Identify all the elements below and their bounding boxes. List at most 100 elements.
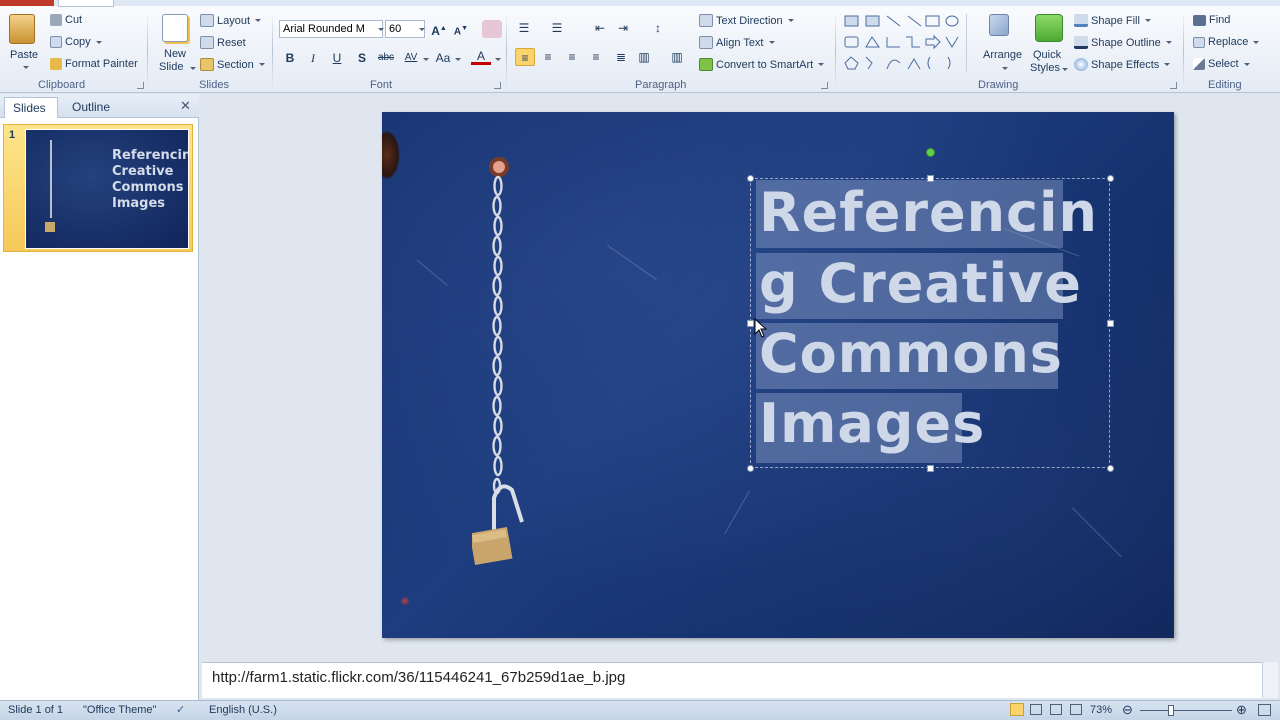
text-direction-icon <box>699 14 713 27</box>
reset-label: Reset <box>217 36 246 49</box>
shape-outline-button[interactable]: Shape Outline <box>1074 36 1172 49</box>
section-icon <box>200 58 214 71</box>
zoom-slider-thumb[interactable] <box>1168 705 1174 716</box>
close-pane-icon[interactable]: ✕ <box>180 98 191 114</box>
home-tab[interactable] <box>58 0 114 7</box>
replace-icon <box>1193 36 1205 48</box>
slide-sorter-icon[interactable] <box>1030 704 1042 715</box>
shape-fill-button[interactable]: Shape Fill <box>1074 14 1151 27</box>
font-color-button[interactable]: A <box>471 47 491 65</box>
shadow-button[interactable]: S <box>352 49 372 67</box>
quick-styles-icon[interactable] <box>1035 14 1063 42</box>
shapes-gallery[interactable] <box>842 13 966 75</box>
resize-handle-sw[interactable] <box>747 465 754 472</box>
notes-scrollbar[interactable] <box>1262 662 1278 698</box>
increase-indent-icon[interactable]: ⇥ <box>613 19 633 37</box>
zoom-slider[interactable] <box>1140 710 1232 711</box>
resize-handle-s[interactable] <box>927 465 934 472</box>
normal-view-icon[interactable] <box>1010 703 1024 716</box>
resize-handle-nw[interactable] <box>747 175 754 182</box>
columns-icon[interactable]: ▥ <box>634 48 654 66</box>
zoom-in-icon[interactable]: ⊕ <box>1236 702 1247 718</box>
tab-slides[interactable]: Slides <box>4 97 58 118</box>
align-right-icon[interactable]: ≡ <box>562 48 582 66</box>
distributed-icon[interactable]: ≣ <box>611 48 631 66</box>
shapes-gallery-scroll[interactable] <box>966 14 976 72</box>
paste-icon[interactable] <box>9 14 35 44</box>
zoom-level[interactable]: 73% <box>1090 704 1112 716</box>
replace-button[interactable]: Replace <box>1193 36 1260 48</box>
copy-button[interactable]: Copy <box>50 36 102 48</box>
cursor-icon <box>1193 58 1205 70</box>
decrease-indent-icon[interactable]: ⇤ <box>590 19 610 37</box>
title-textbox[interactable]: Referencin g Creative Commons Images <box>750 178 1110 468</box>
new-slide-label-1[interactable]: New <box>164 48 186 60</box>
arrange-label[interactable]: Arrange <box>983 49 1022 61</box>
notes-pane[interactable]: http://farm1.static.flickr.com/36/115446… <box>202 662 1262 698</box>
find-button[interactable]: Find <box>1193 14 1230 26</box>
drawing-launcher-icon[interactable] <box>1170 82 1177 89</box>
align-text-button[interactable]: Align Text <box>699 36 775 49</box>
slide-thumbnail[interactable]: Referencing Creative Commons Images <box>25 129 189 249</box>
tab-outline[interactable]: Outline <box>64 97 118 118</box>
grow-font-icon[interactable]: A▲ <box>429 20 449 38</box>
slideshow-icon[interactable] <box>1070 704 1082 715</box>
file-tab[interactable] <box>0 0 54 6</box>
quick-styles-label-1[interactable]: Quick <box>1033 49 1061 61</box>
align-left-icon[interactable]: ≡ <box>515 48 535 66</box>
fit-to-window-icon[interactable] <box>1258 704 1271 716</box>
slide-thumbnail-selected[interactable]: 1 Referencing Creative Commons Images <box>3 124 193 252</box>
spellcheck-icon[interactable]: ✓ <box>176 703 185 716</box>
shape-effects-button[interactable]: Shape Effects <box>1074 58 1171 71</box>
numbering-icon[interactable]: ☰ <box>547 19 567 37</box>
rotation-handle[interactable] <box>926 148 935 157</box>
strikethrough-button[interactable]: abc <box>376 49 396 67</box>
shape-effects-icon <box>1074 58 1088 71</box>
columns-extra-icon[interactable]: ▥ <box>667 48 687 66</box>
title-line-3: Commons <box>759 322 1063 385</box>
align-center-icon[interactable]: ≡ <box>538 48 558 66</box>
line-spacing-icon[interactable]: ↕ <box>648 19 668 37</box>
quick-styles-label-2[interactable]: Styles <box>1030 62 1060 74</box>
reading-view-icon[interactable] <box>1050 704 1062 715</box>
convert-smartart-button[interactable]: Convert to SmartArt <box>699 58 825 71</box>
text-direction-button[interactable]: Text Direction <box>699 14 794 27</box>
section-button[interactable]: Section <box>200 58 265 71</box>
char-spacing-button[interactable]: AV <box>401 49 421 67</box>
italic-button[interactable]: I <box>303 49 323 67</box>
resize-handle-se[interactable] <box>1107 465 1114 472</box>
thumb-chain <box>50 140 52 218</box>
resize-handle-e[interactable] <box>1107 320 1114 327</box>
resize-handle-n[interactable] <box>927 175 934 182</box>
reset-button[interactable]: Reset <box>200 36 246 49</box>
layout-button[interactable]: Layout <box>200 14 262 27</box>
paste-button[interactable]: Paste <box>10 49 38 61</box>
paragraph-launcher-icon[interactable] <box>821 82 828 89</box>
shrink-font-icon[interactable]: A▼ <box>451 20 471 38</box>
language[interactable]: English (U.S.) <box>209 704 277 716</box>
bold-button[interactable]: B <box>280 49 300 67</box>
clipboard-launcher-icon[interactable] <box>137 82 144 89</box>
new-slide-label-2[interactable]: Slide <box>159 61 183 73</box>
format-painter-button[interactable]: Format Painter <box>50 58 138 70</box>
justify-icon[interactable]: ≡ <box>586 48 606 66</box>
editing-group-label: Editing <box>1208 79 1242 91</box>
zoom-out-icon[interactable]: ⊖ <box>1122 702 1133 718</box>
status-bar: Slide 1 of 1 "Office Theme" ✓ English (U… <box>0 700 1280 720</box>
cut-button[interactable]: Cut <box>50 14 82 26</box>
slide-canvas[interactable]: Referencin g Creative Commons Images <box>382 112 1174 638</box>
change-case-button[interactable]: Aa <box>433 49 453 67</box>
arrange-icon[interactable] <box>989 14 1009 36</box>
clear-formatting-icon[interactable] <box>482 20 502 38</box>
resize-handle-ne[interactable] <box>1107 175 1114 182</box>
select-button[interactable]: Select <box>1193 58 1250 70</box>
resize-handle-w[interactable] <box>747 320 754 327</box>
new-slide-icon[interactable] <box>162 14 188 42</box>
theme-name[interactable]: "Office Theme" <box>83 704 156 716</box>
paintbrush-icon <box>50 58 62 70</box>
bullets-icon[interactable]: ☰ <box>514 19 534 37</box>
font-family-combo[interactable]: Arial Rounded M <box>279 20 383 38</box>
underline-button[interactable]: U <box>327 49 347 67</box>
font-launcher-icon[interactable] <box>494 82 501 89</box>
slides-group-label: Slides <box>199 79 229 91</box>
